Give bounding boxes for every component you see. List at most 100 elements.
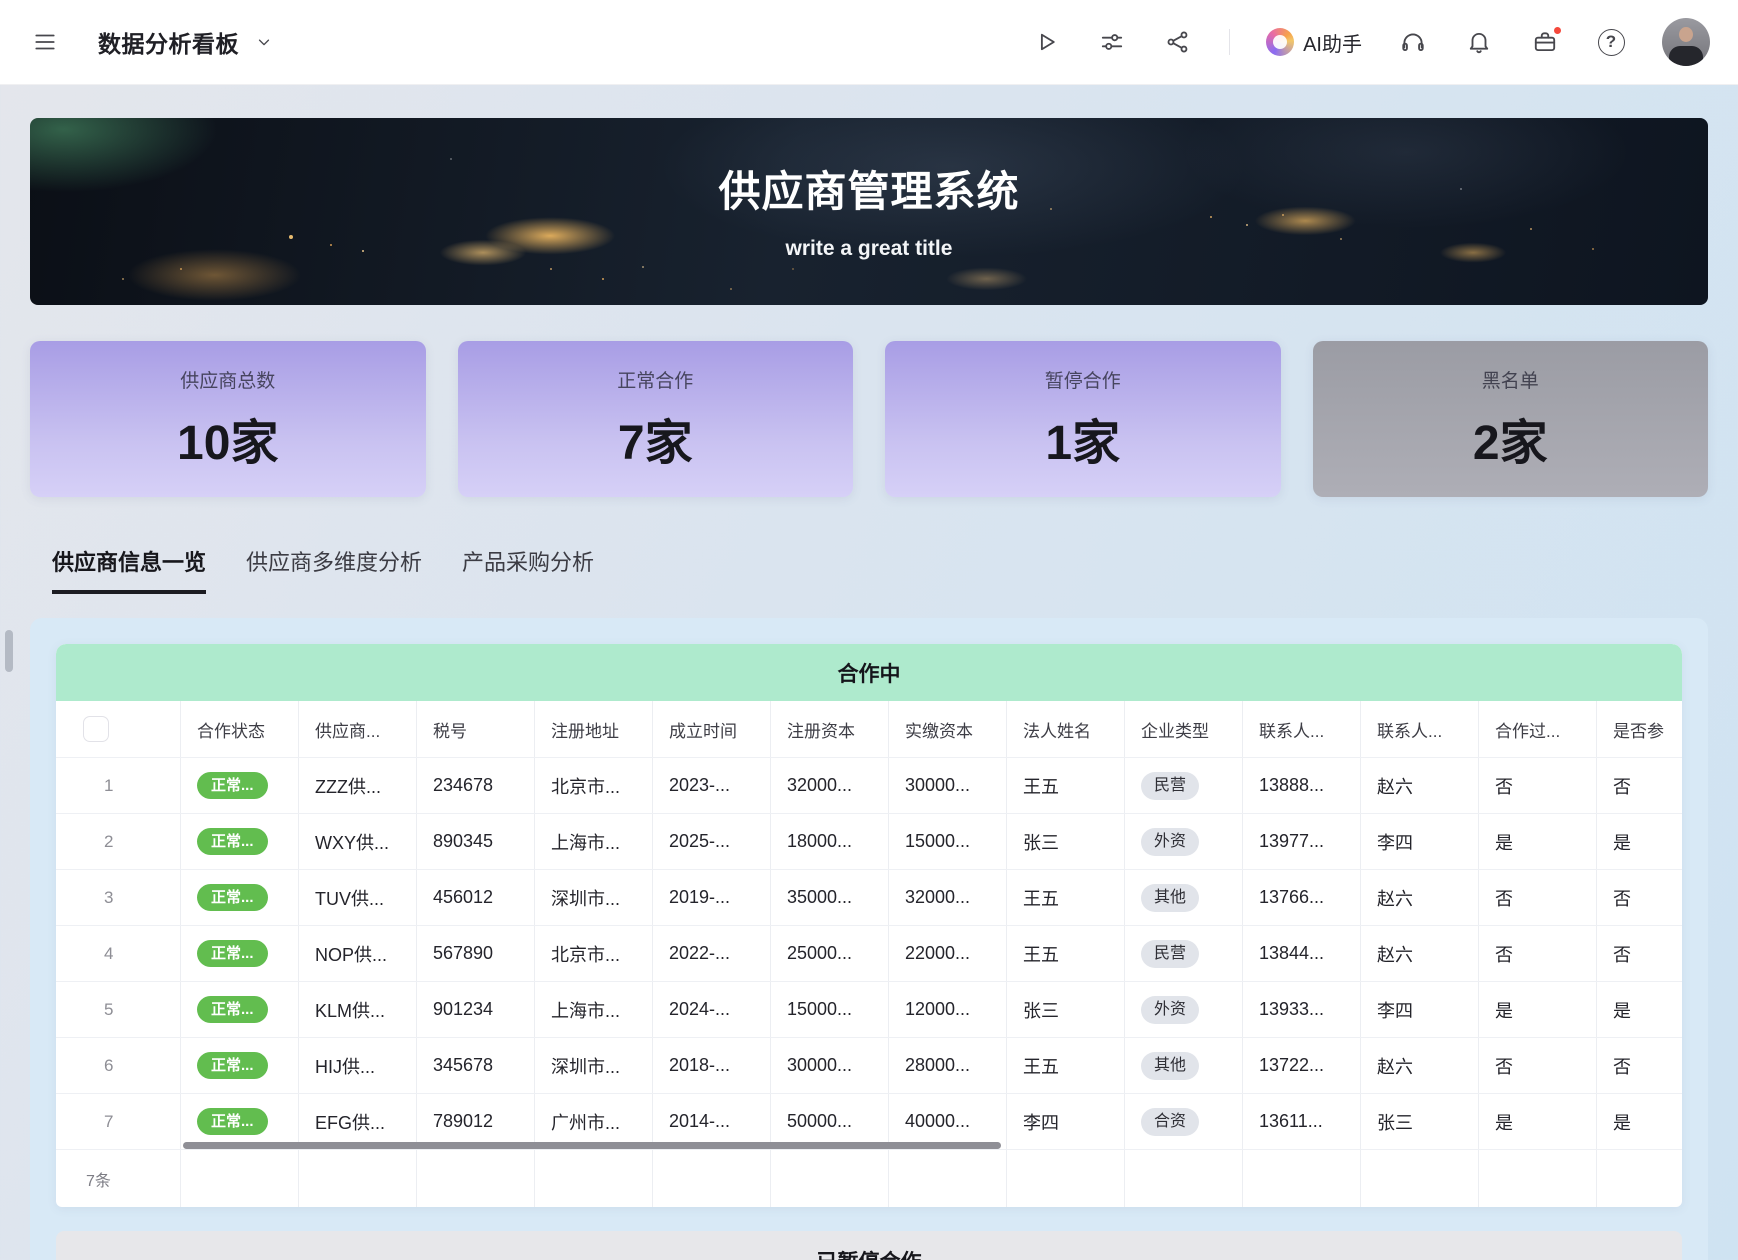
footer-cell	[771, 1150, 889, 1207]
table-cell: 2018-...	[653, 1038, 771, 1093]
horizontal-scrollbar[interactable]	[183, 1142, 1001, 1149]
type-badge: 其他	[1141, 884, 1199, 912]
table-cell: 合资	[1125, 1094, 1243, 1149]
settings-sliders-icon[interactable]	[1097, 27, 1127, 57]
stat-label: 供应商总数	[180, 366, 275, 393]
footer-cell	[1597, 1150, 1682, 1207]
table-row[interactable]: 2正常...WXY供...890345上海市...2025-...18000..…	[56, 813, 1682, 869]
column-header: 是否参	[1597, 701, 1682, 757]
column-header: 企业类型	[1125, 701, 1243, 757]
table-cell: 王五	[1007, 758, 1125, 813]
row-number: 7	[56, 1094, 181, 1149]
table-row[interactable]: 5正常...KLM供...901234上海市...2024-...15000..…	[56, 981, 1682, 1037]
row-number: 3	[56, 870, 181, 925]
column-header: 注册资本	[771, 701, 889, 757]
hero-subtitle: write a great title	[30, 237, 1708, 261]
chevron-down-icon[interactable]	[249, 27, 279, 57]
briefcase-icon[interactable]	[1530, 27, 1560, 57]
table-cell: 否	[1597, 758, 1682, 813]
page-title: 数据分析看板	[98, 25, 239, 59]
table-cell: 12000...	[889, 982, 1007, 1037]
table-cell: 北京市...	[535, 758, 653, 813]
table-cell: 深圳市...	[535, 870, 653, 925]
table-cell: KLM供...	[299, 982, 417, 1037]
stat-label: 黑名单	[1482, 366, 1539, 393]
table-cell: 张三	[1007, 982, 1125, 1037]
topbar: 数据分析看板 AI助手	[0, 0, 1738, 85]
tab-bar: 供应商信息一览供应商多维度分析产品采购分析	[52, 545, 1738, 594]
row-number: 4	[56, 926, 181, 981]
bell-icon[interactable]	[1464, 27, 1494, 57]
stat-value: 10家	[177, 403, 278, 473]
table-cell: 2024-...	[653, 982, 771, 1037]
row-number: 5	[56, 982, 181, 1037]
table-cell: 15000...	[889, 814, 1007, 869]
select-all-checkbox[interactable]	[83, 716, 109, 742]
play-icon[interactable]	[1031, 27, 1061, 57]
topbar-left: 数据分析看板	[30, 25, 279, 59]
status-cell: 正常...	[181, 1038, 299, 1093]
table-cell: 赵六	[1361, 926, 1479, 981]
select-all-cell	[56, 701, 181, 757]
table-row[interactable]: 3正常...TUV供...456012深圳市...2019-...35000..…	[56, 869, 1682, 925]
table-cell: 2023-...	[653, 758, 771, 813]
record-count: 7条	[56, 1150, 181, 1207]
tab-供应商信息一览[interactable]: 供应商信息一览	[52, 545, 206, 594]
share-icon[interactable]	[1163, 27, 1193, 57]
user-avatar[interactable]	[1662, 18, 1710, 66]
stat-card: 暂停合作1家	[885, 341, 1281, 497]
table-cell: 赵六	[1361, 1038, 1479, 1093]
table-cell: 13611...	[1243, 1094, 1361, 1149]
ai-assistant-button[interactable]: AI助手	[1266, 28, 1362, 57]
status-cell: 正常...	[181, 758, 299, 813]
table-row[interactable]: 4正常...NOP供...567890北京市...2022-...25000..…	[56, 925, 1682, 981]
type-badge: 民营	[1141, 772, 1199, 800]
help-icon[interactable]: ?	[1596, 27, 1626, 57]
status-badge: 正常...	[197, 828, 268, 855]
ai-assistant-icon	[1266, 28, 1294, 56]
column-header: 成立时间	[653, 701, 771, 757]
tab-供应商多维度分析[interactable]: 供应商多维度分析	[246, 545, 422, 594]
table-cell: HIJ供...	[299, 1038, 417, 1093]
table-cell: 王五	[1007, 870, 1125, 925]
table-cell: 上海市...	[535, 982, 653, 1037]
table-cell: 否	[1597, 1038, 1682, 1093]
status-badge: 正常...	[197, 940, 268, 967]
table-cell: 50000...	[771, 1094, 889, 1149]
column-header: 税号	[417, 701, 535, 757]
stat-label: 暂停合作	[1045, 366, 1121, 393]
stat-card: 黑名单 2家	[1313, 341, 1709, 497]
table-cell: 13977...	[1243, 814, 1361, 869]
type-badge: 民营	[1141, 940, 1199, 968]
menu-icon[interactable]	[30, 27, 60, 57]
row-number: 6	[56, 1038, 181, 1093]
table-cell: 15000...	[771, 982, 889, 1037]
table-cell: 张三	[1007, 814, 1125, 869]
headphones-support-icon[interactable]	[1398, 27, 1428, 57]
table-cell: 35000...	[771, 870, 889, 925]
table-row[interactable]: 6正常...HIJ供...345678深圳市...2018-...30000..…	[56, 1037, 1682, 1093]
table-row[interactable]: 1正常...ZZZ供...234678北京市...2023-...32000..…	[56, 757, 1682, 813]
table-cell: EFG供...	[299, 1094, 417, 1149]
table-cell: 张三	[1361, 1094, 1479, 1149]
table-cell: 是	[1479, 1094, 1597, 1149]
table-cell: 13933...	[1243, 982, 1361, 1037]
tab-产品采购分析[interactable]: 产品采购分析	[462, 545, 594, 594]
type-badge: 外资	[1141, 828, 1199, 856]
table-cell: 赵六	[1361, 870, 1479, 925]
table-row[interactable]: 7正常...EFG供...789012广州市...2014-...50000..…	[56, 1093, 1682, 1149]
table-cell: 否	[1597, 870, 1682, 925]
column-header: 联系人...	[1243, 701, 1361, 757]
table-title-band: 合作中	[56, 644, 1682, 701]
page-scrollbar[interactable]	[5, 630, 13, 672]
status-cell: 正常...	[181, 814, 299, 869]
table-cell: 456012	[417, 870, 535, 925]
footer-cell	[1361, 1150, 1479, 1207]
footer-cell	[889, 1150, 1007, 1207]
table-cell: 2022-...	[653, 926, 771, 981]
table-cell: 王五	[1007, 1038, 1125, 1093]
stat-value: 2家	[1473, 403, 1548, 473]
table-cell: 其他	[1125, 870, 1243, 925]
table-cell: 13722...	[1243, 1038, 1361, 1093]
table-cell: 是	[1479, 982, 1597, 1037]
